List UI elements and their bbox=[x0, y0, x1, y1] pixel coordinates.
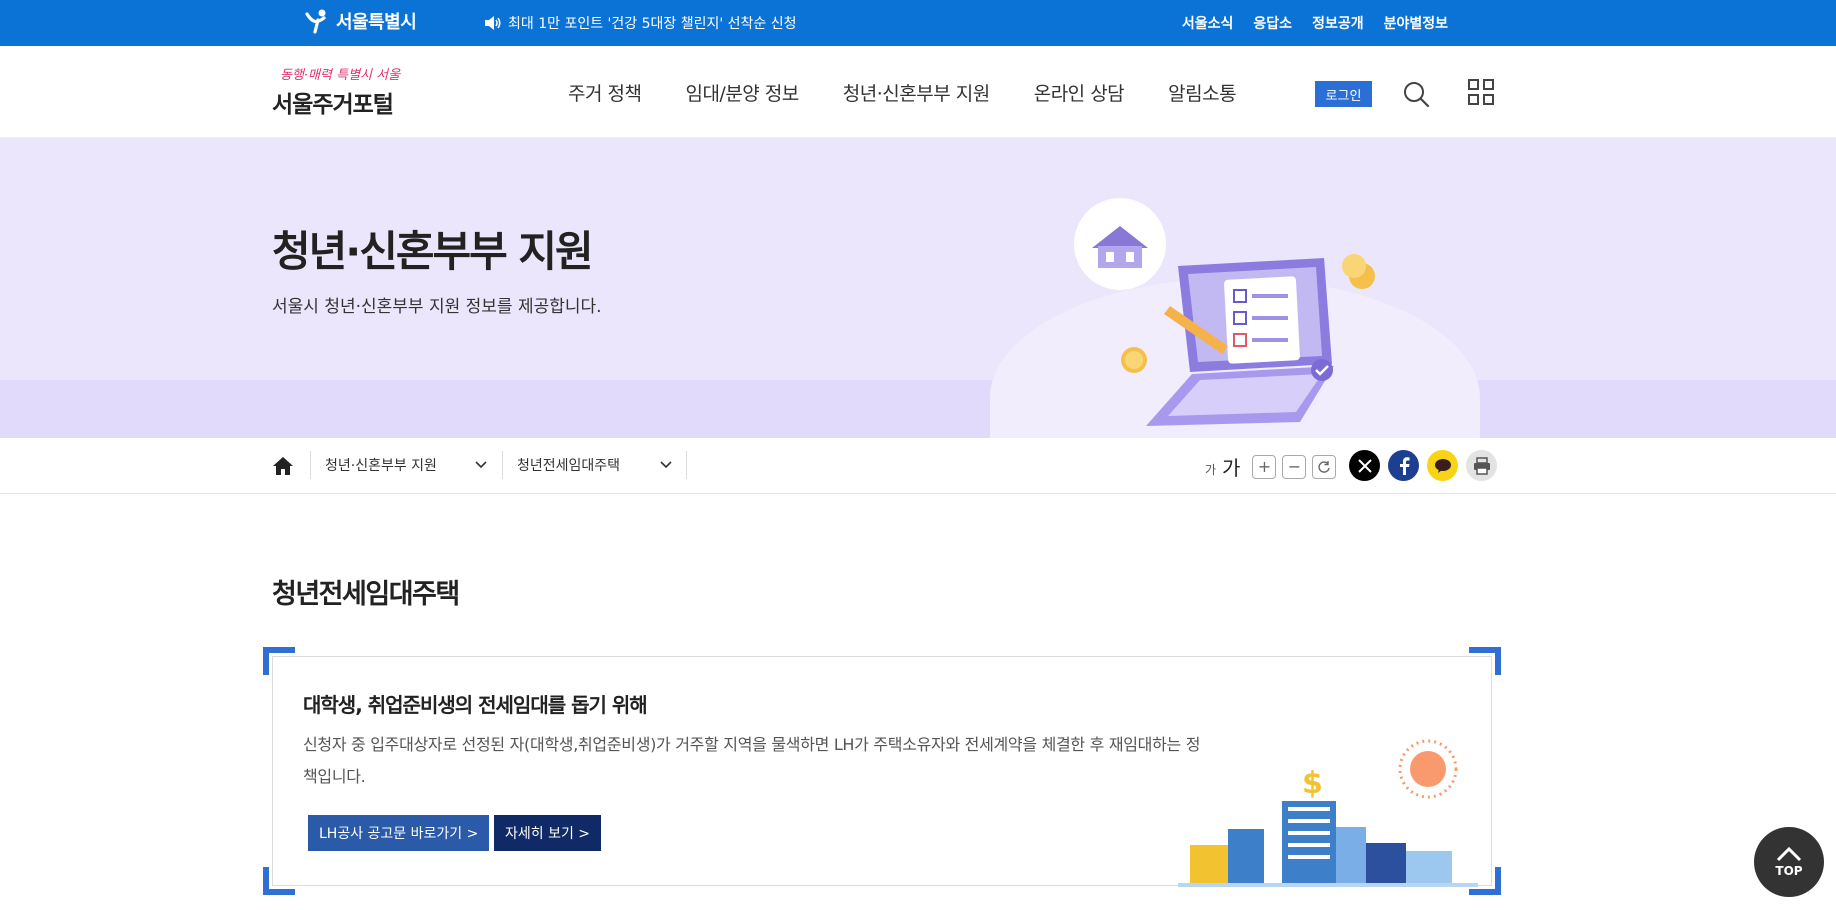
visual-subtitle: 서울시 청년·신혼부부 지원 정보를 제공합니다. bbox=[272, 297, 602, 317]
depth1-label: 청년·신혼부부 지원 bbox=[325, 458, 437, 474]
site-logo[interactable]: 동행·매력 특별시 서울 서울주거포털 bbox=[272, 64, 400, 119]
city-buildings-illustration: $ bbox=[1178, 739, 1478, 887]
content-title: 청년전세임대주택 bbox=[272, 579, 460, 610]
all-menu-icon[interactable] bbox=[1468, 79, 1494, 105]
top-button-label: TOP bbox=[1775, 864, 1803, 878]
font-size-large-label: 가 bbox=[1222, 456, 1241, 480]
font-decrease-button[interactable]: − bbox=[1282, 454, 1307, 479]
visual-title: 청년·신혼부부 지원 bbox=[272, 227, 594, 276]
notice-text: 최대 1만 포인트 '건강 5대장 챌린지' 선착순 신청 bbox=[508, 16, 797, 32]
site-name: 서울주거포털 bbox=[272, 92, 394, 118]
font-increase-button[interactable]: + bbox=[1252, 454, 1277, 479]
city-name: 서울특별시 bbox=[336, 12, 417, 33]
facebook-icon bbox=[1399, 456, 1409, 475]
page: 서울특별시 최대 1만 포인트 '건강 5대장 챌린지' 선착순 신청 서울소식… bbox=[0, 0, 1836, 910]
chevron-down-icon bbox=[475, 461, 487, 469]
util-link-seoul-news[interactable]: 서울소식 bbox=[1182, 13, 1234, 33]
font-size-controls: 가 가 + − bbox=[1205, 452, 1337, 481]
card-title: 대학생, 취업준비생의 전세임대를 돕기 위해 bbox=[303, 693, 648, 717]
corner-decoration bbox=[263, 867, 295, 895]
util-link-info-disclosure[interactable]: 정보공개 bbox=[1312, 13, 1364, 33]
util-link-field-info[interactable]: 분야별정보 bbox=[1384, 13, 1448, 33]
share-kakao-button[interactable] bbox=[1427, 450, 1458, 481]
reset-icon bbox=[1318, 460, 1331, 473]
main-nav: 주거 정책 임대/분양 정보 청년·신혼부부 지원 온라인 상담 알림소통 bbox=[568, 79, 1237, 106]
speaker-icon bbox=[485, 16, 501, 30]
share-x-button[interactable] bbox=[1349, 450, 1380, 481]
nav-item-online-consult[interactable]: 온라인 상담 bbox=[1034, 79, 1125, 106]
search-icon[interactable] bbox=[1402, 80, 1430, 108]
scroll-top-button[interactable]: TOP bbox=[1754, 827, 1824, 897]
depth2-label: 청년전세임대주택 bbox=[517, 458, 621, 474]
seoul-city-logo[interactable]: 서울특별시 bbox=[304, 8, 417, 34]
util-link-eungdapso[interactable]: 응답소 bbox=[1253, 13, 1292, 33]
share-facebook-button[interactable] bbox=[1388, 450, 1419, 481]
corner-decoration bbox=[263, 647, 295, 675]
banner-band bbox=[0, 380, 1836, 438]
policy-intro-card: 대학생, 취업준비생의 전세임대를 돕기 위해 신청자 중 입주대상자로 선정된… bbox=[263, 647, 1501, 895]
print-icon bbox=[1473, 456, 1490, 475]
share-buttons bbox=[1349, 450, 1497, 481]
print-button[interactable] bbox=[1466, 450, 1497, 481]
utility-links: 서울소식 응답소 정보공개 분야별정보 bbox=[1182, 13, 1448, 33]
nav-item-youth-newlywed[interactable]: 청년·신혼부부 지원 bbox=[843, 79, 990, 106]
chevron-up-icon bbox=[1776, 846, 1802, 862]
laptop-checklist-illustration bbox=[1074, 198, 1375, 426]
location-depth2-select[interactable]: 청년전세임대주택 bbox=[517, 455, 672, 475]
city-dollar-sign: $ bbox=[1302, 766, 1323, 801]
location-bar: 청년·신혼부부 지원 청년전세임대주택 가 가 + − bbox=[0, 438, 1836, 494]
location-divider bbox=[686, 451, 687, 479]
seoul-logo-icon bbox=[305, 9, 326, 34]
location-divider bbox=[310, 451, 311, 479]
site-slogan: 동행·매력 특별시 서울 bbox=[280, 68, 401, 83]
detail-view-button[interactable]: 자세히 보기 > bbox=[494, 815, 602, 851]
nav-item-notice[interactable]: 알림소통 bbox=[1168, 79, 1236, 106]
sub-visual-banner: 청년·신혼부부 지원 서울시 청년·신혼부부 지원 정보를 제공합니다. bbox=[0, 138, 1836, 438]
site-header: 동행·매력 특별시 서울 서울주거포털 주거 정책 임대/분양 정보 청년·신혼… bbox=[0, 46, 1836, 138]
chevron-down-icon bbox=[660, 461, 672, 469]
location-divider bbox=[502, 451, 503, 479]
login-button[interactable]: 로그인 bbox=[1315, 81, 1372, 107]
font-reset-button[interactable] bbox=[1312, 454, 1337, 479]
kakao-talk-icon bbox=[1434, 458, 1451, 473]
top-utility-bar: 서울특별시 최대 1만 포인트 '건강 5대장 챌린지' 선착순 신청 서울소식… bbox=[0, 0, 1836, 46]
font-size-small-label: 가 bbox=[1205, 463, 1217, 477]
x-logo-icon bbox=[1357, 458, 1372, 473]
lh-notice-link-button[interactable]: LH공사 공고문 바로가기 > bbox=[308, 815, 490, 851]
card-description: 신청자 중 입주대상자로 선정된 자(대학생,취업준비생)가 거주할 지역을 물… bbox=[303, 735, 1201, 786]
nav-item-housing-policy[interactable]: 주거 정책 bbox=[568, 79, 642, 106]
home-icon[interactable] bbox=[272, 455, 294, 477]
corner-decoration bbox=[1469, 647, 1501, 675]
nav-item-rental-sale-info[interactable]: 임대/분양 정보 bbox=[685, 79, 799, 106]
notice-banner[interactable]: 최대 1만 포인트 '건강 5대장 챌린지' 선착순 신청 bbox=[484, 13, 797, 33]
location-depth1-select[interactable]: 청년·신혼부부 지원 bbox=[325, 455, 487, 475]
